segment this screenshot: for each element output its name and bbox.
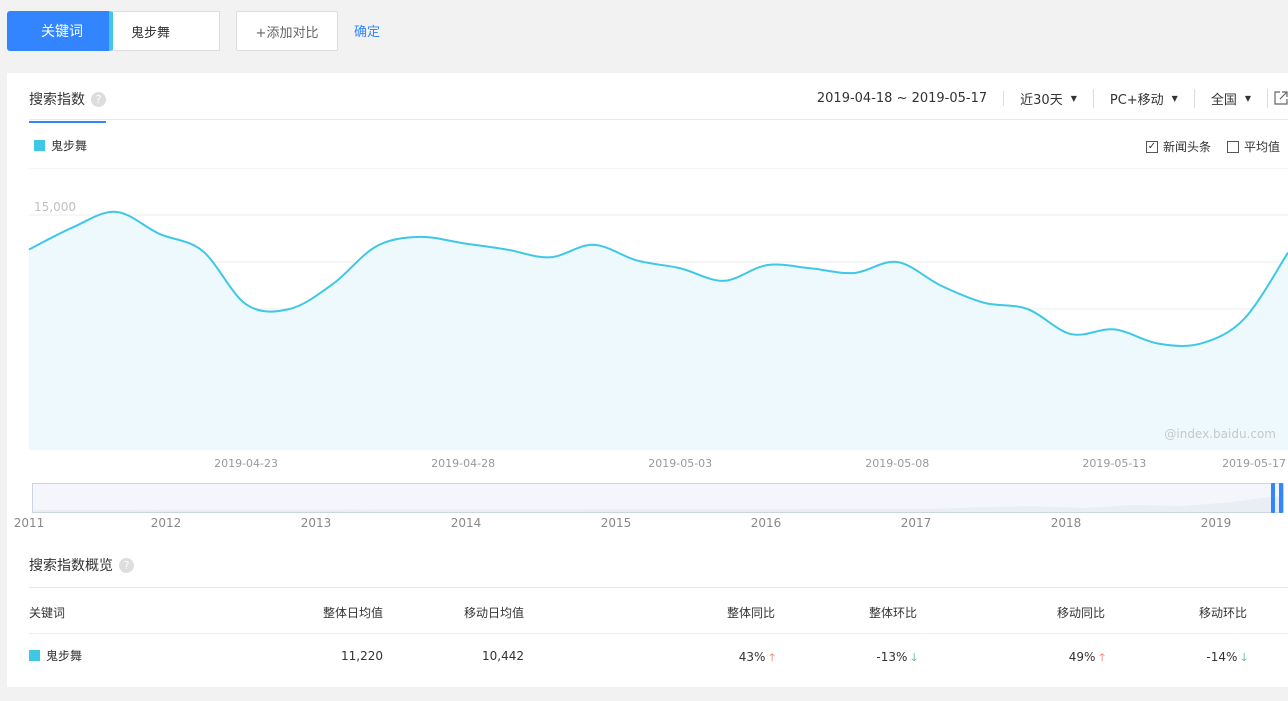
year-label: 2016 xyxy=(750,516,782,530)
checkbox-empty-icon xyxy=(1226,140,1239,153)
legend-swatch xyxy=(34,140,45,151)
period-select[interactable]: 近30天 ▼ xyxy=(1004,88,1094,108)
arrow-down-icon: 🡓 xyxy=(911,651,917,664)
x-tick-label: 2019-05-13 xyxy=(1082,457,1146,468)
summary-row-divider xyxy=(29,633,1288,634)
legend-swatch xyxy=(29,650,40,661)
tab-search-index[interactable]: 搜索指数 ? xyxy=(29,89,106,123)
year-label: 2017 xyxy=(900,516,932,530)
overall-yoy-value: 43% xyxy=(738,650,766,664)
brush-year-axis: 2011 2012 2013 2014 2015 2016 2017 2018 … xyxy=(7,516,1288,532)
confirm-button[interactable]: 确定 xyxy=(354,21,380,40)
region-select[interactable]: 全国 ▼ xyxy=(1195,88,1268,108)
header-overall-yoy: 整体同比 xyxy=(726,606,775,620)
year-label: 2015 xyxy=(600,516,632,530)
year-label: 2018 xyxy=(1050,516,1082,530)
keyword-button[interactable]: 关键词 xyxy=(7,11,117,51)
brush-handle[interactable] xyxy=(1271,483,1275,513)
x-tick-label: 2019-05-03 xyxy=(648,457,712,468)
year-label: 2019 xyxy=(1200,516,1232,530)
chart-legend[interactable]: 鬼步舞 xyxy=(34,137,87,154)
date-range-picker[interactable]: 2019-04-18 ~ 2019-05-17 xyxy=(816,90,1005,106)
legend-label: 鬼步舞 xyxy=(51,139,88,153)
summary-title-text: 搜索指数概览 xyxy=(29,558,113,574)
news-label: 新闻头条 xyxy=(1162,140,1211,154)
cell-overall-yoy: 43% 🡑 xyxy=(739,649,775,668)
year-label: 2014 xyxy=(450,516,482,530)
keyword-input[interactable]: 鬼步舞 xyxy=(109,11,220,51)
help-icon[interactable]: ? xyxy=(119,557,134,573)
header-overall-mom: 整体环比 xyxy=(868,606,917,620)
cell-mobile-yoy: 49% 🡑 xyxy=(1069,649,1105,668)
top-toolbar: 关键词 鬼步舞 +添加对比 确定 xyxy=(0,0,1288,62)
device-select[interactable]: PC+移动 ▼ xyxy=(1094,88,1195,108)
x-tick-label: 2019-04-23 xyxy=(214,457,278,468)
add-compare-button[interactable]: +添加对比 xyxy=(236,11,338,51)
search-index-panel: 搜索指数 ? 2019-04-18 ~ 2019-05-17 近30天 ▼ PC… xyxy=(7,73,1288,687)
tab-label: 搜索指数 xyxy=(29,92,85,108)
cell-mobile-mom: -14% 🡓 xyxy=(1206,649,1247,668)
search-index-chart[interactable]: 3,0006,0009,00012,00015,00018,0002019-04… xyxy=(7,168,1288,468)
brush-handle[interactable] xyxy=(1279,483,1283,513)
summary-title: 搜索指数概览 ? xyxy=(29,555,134,575)
average-toggle[interactable]: 平均值 xyxy=(1226,138,1280,155)
caret-down-icon: ▼ xyxy=(1070,93,1077,103)
header-mobile-mom: 移动环比 xyxy=(1198,606,1247,620)
date-range-text: 2019-04-18 ~ 2019-05-17 xyxy=(816,90,988,106)
news-toggle[interactable]: ✓ 新闻头条 xyxy=(1145,138,1211,155)
mobile-yoy-value: 49% xyxy=(1068,650,1096,664)
header-mobile-yoy: 移动同比 xyxy=(1056,606,1105,620)
x-tick-label: 2019-05-08 xyxy=(865,457,929,468)
arrow-up-icon: 🡑 xyxy=(769,651,775,664)
period-text: 近30天 xyxy=(1020,92,1063,108)
year-label: 2012 xyxy=(150,516,182,530)
chart-options: ✓ 新闻头条 平均值 xyxy=(1145,138,1280,155)
watermark: @index.baidu.com xyxy=(1164,427,1276,441)
timeline-brush[interactable] xyxy=(32,483,1284,513)
device-text: PC+移动 xyxy=(1109,92,1164,108)
x-tick-label: 2019-05-17 xyxy=(1222,457,1286,468)
help-icon[interactable]: ? xyxy=(91,91,106,107)
cell-overall-avg: 11,220 xyxy=(341,649,383,663)
header-mobile-avg: 移动日均值 xyxy=(463,606,524,620)
caret-down-icon: ▼ xyxy=(1171,93,1178,103)
filter-bar: 2019-04-18 ~ 2019-05-17 近30天 ▼ PC+移动 ▼ 全… xyxy=(816,88,1288,108)
overall-mom-value: -13% xyxy=(876,650,908,664)
row-keyword: 鬼步舞 xyxy=(29,647,82,664)
checkbox-checked-icon: ✓ xyxy=(1145,140,1158,153)
header-keyword: 关键词 xyxy=(29,606,66,620)
external-link-icon[interactable] xyxy=(1268,91,1288,105)
arrow-up-icon: 🡑 xyxy=(1099,651,1105,664)
average-label: 平均值 xyxy=(1243,140,1280,154)
x-tick-label: 2019-04-28 xyxy=(431,457,495,468)
cell-mobile-avg: 10,442 xyxy=(482,649,524,663)
tab-divider xyxy=(29,119,1288,120)
year-label: 2011 xyxy=(13,516,45,530)
row-keyword-text: 鬼步舞 xyxy=(46,649,83,663)
y-tick-label: 15,000 xyxy=(34,200,76,214)
region-text: 全国 xyxy=(1210,92,1237,108)
header-overall-avg: 整体日均值 xyxy=(322,606,383,620)
mobile-mom-value: -14% xyxy=(1206,650,1238,664)
caret-down-icon: ▼ xyxy=(1244,93,1251,103)
summary-divider xyxy=(29,587,1288,588)
arrow-down-icon: 🡓 xyxy=(1241,651,1247,664)
year-label: 2013 xyxy=(300,516,332,530)
cell-overall-mom: -13% 🡓 xyxy=(876,649,917,668)
